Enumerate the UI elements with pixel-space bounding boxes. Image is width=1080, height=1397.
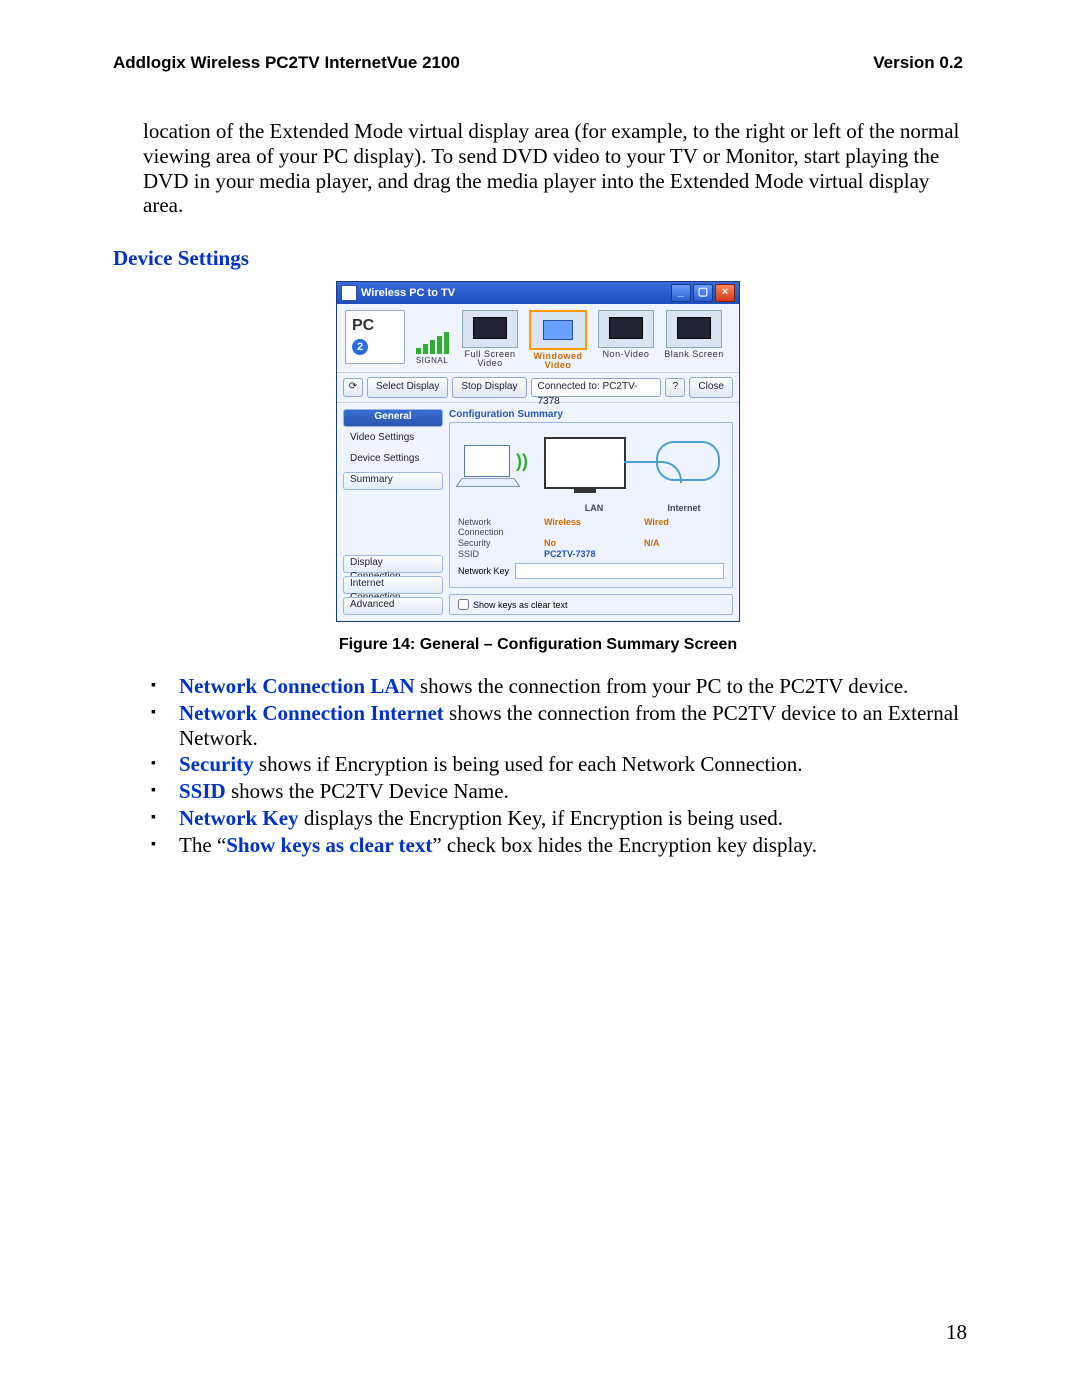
config-summary-group: )) LAN Internet NetworkConnection [449,422,733,588]
bullet-list: Network Connection LAN shows the connect… [151,674,963,857]
mode-fullscreen[interactable]: Full ScreenVideo [459,310,521,368]
minimize-button[interactable]: _ [671,284,691,302]
mode-label: WindowedVideo [527,352,589,370]
cloud-icon [656,441,720,481]
col-lan: LAN [544,503,644,513]
laptop-icon [464,445,510,477]
row-security-internet: N/A [644,538,724,548]
show-keys-label: Show keys as clear text [473,600,568,610]
select-display-button[interactable]: Select Display [367,377,448,398]
sidebar-item-display-connection[interactable]: Display Connection [343,555,443,573]
app-icon [341,285,357,301]
list-item: The “Show keys as clear text” check box … [151,833,963,858]
list-item: Security shows if Encryption is being us… [151,752,963,777]
row-networkkey-label: Network Key [458,566,509,576]
sidebar-item-summary[interactable]: Summary [343,472,443,490]
window-title: Wireless PC to TV [361,287,455,299]
titlebar[interactable]: Wireless PC to TV _ ▢ × [337,282,739,304]
sidebar-item-internet-connection[interactable]: Internet Connection [343,576,443,594]
topology-diagram: )) [458,431,724,497]
row-security-lan: No [544,538,644,548]
signal-label: SIGNAL [411,356,453,365]
mode-windowed[interactable]: WindowedVideo [527,310,589,370]
list-item: Network Key displays the Encryption Key,… [151,806,963,831]
tv-icon [544,437,626,489]
continuation-paragraph: location of the Extended Mode virtual di… [143,119,963,218]
row-netconn-lan: Wireless [544,517,644,537]
row-ssid-label: SSID [458,549,544,559]
stop-display-button[interactable]: Stop Display [452,377,526,398]
refresh-button[interactable]: ⟳ [343,378,363,397]
close-window-button[interactable]: × [715,284,735,302]
mode-blank[interactable]: Blank Screen [663,310,725,359]
list-item: Network Connection Internet shows the co… [151,701,963,751]
row-ssid-value: PC2TV-7378 [544,549,644,559]
sidebar: General Video Settings Device Settings S… [343,409,443,615]
close-button[interactable]: Close [689,377,733,398]
wireless-icon: )) [516,451,528,472]
col-internet: Internet [644,503,724,513]
connection-status: Connected to: PC2TV-7378 [531,378,662,397]
page-number: 18 [946,1320,967,1345]
row-security-label: Security [458,538,544,548]
mode-nonvideo[interactable]: Non-Video [595,310,657,359]
show-keys-checkbox[interactable] [458,599,469,610]
group-title: Configuration Summary [449,409,733,420]
sidebar-item-video-settings[interactable]: Video Settings [343,430,443,448]
mode-label: Non-Video [595,350,657,359]
list-item: SSID shows the PC2TV Device Name. [151,779,963,804]
app-window: Wireless PC to TV _ ▢ × PC 2 SIGNAL [336,281,740,622]
pc-logo: PC 2 [345,310,405,364]
maximize-button[interactable]: ▢ [693,284,713,302]
row-netconn-label: NetworkConnection [458,517,544,537]
mode-label: Blank Screen [663,350,725,359]
help-button[interactable]: ? [665,378,685,397]
figure-caption: Figure 14: General – Configuration Summa… [113,636,963,654]
doc-header-left: Addlogix Wireless PC2TV InternetVue 2100 [113,53,460,73]
list-item: Network Connection LAN shows the connect… [151,674,963,699]
mode-label: Full ScreenVideo [459,350,521,368]
signal-bars-icon [411,328,453,354]
sidebar-item-advanced[interactable]: Advanced [343,597,443,615]
sidebar-item-device-settings[interactable]: Device Settings [343,451,443,469]
row-netconn-internet: Wired [644,517,724,537]
network-key-field[interactable] [515,563,724,579]
doc-header-right: Version 0.2 [873,53,963,73]
sidebar-item-general[interactable]: General [343,409,443,427]
section-title: Device Settings [113,246,963,271]
